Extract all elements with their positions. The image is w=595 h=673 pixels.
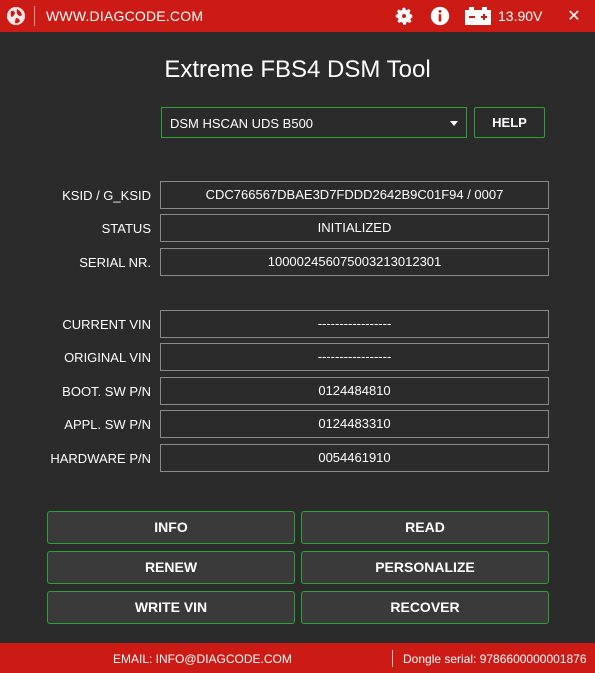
title-separator <box>34 6 35 26</box>
original-vin-label: ORIGINAL VIN <box>64 350 151 365</box>
info-button[interactable]: INFO <box>47 511 295 544</box>
website-link[interactable]: WWW.DIAGCODE.COM <box>46 8 203 24</box>
gear-icon[interactable] <box>393 5 415 27</box>
boot-sw-label: BOOT. SW P/N <box>62 384 151 399</box>
original-vin-field[interactable]: ----------------- <box>160 343 549 371</box>
serial-label: SERIAL NR. <box>79 255 151 270</box>
hardware-field[interactable]: 0054461910 <box>160 444 549 472</box>
personalize-button[interactable]: PERSONALIZE <box>301 551 549 584</box>
page-title: Extreme FBS4 DSM Tool <box>164 56 431 83</box>
info-icon[interactable] <box>429 5 451 27</box>
status-label: STATUS <box>101 221 151 236</box>
globe-icon <box>7 7 25 25</box>
appl-sw-field[interactable]: 0124483310 <box>160 410 549 438</box>
boot-sw-field[interactable]: 0124484810 <box>160 377 549 405</box>
battery-icon <box>465 7 491 25</box>
renew-button[interactable]: RENEW <box>47 551 295 584</box>
recover-button[interactable]: RECOVER <box>301 591 549 624</box>
status-field[interactable]: INITIALIZED <box>160 214 549 242</box>
adapter-select[interactable]: DSM HSCAN UDS B500 <box>161 107 467 138</box>
ksid-label: KSID / G_KSID <box>62 188 151 203</box>
dongle-serial: Dongle serial: 9786600000001876 <box>403 652 587 666</box>
footer-separator <box>392 650 393 667</box>
title-bar: WWW.DIAGCODE.COM 13.90V ✕ <box>0 0 595 32</box>
ksid-field[interactable]: CDC766567DBAE3D7FDDD2642B9C01F94 / 0007 <box>160 181 549 209</box>
read-button[interactable]: READ <box>301 511 549 544</box>
chevron-down-icon <box>450 121 458 126</box>
appl-sw-label: APPL. SW P/N <box>64 417 151 432</box>
serial-field[interactable]: 100002456075003213012301 <box>160 248 549 276</box>
email-text: EMAIL: INFO@DIAGCODE.COM <box>113 652 292 666</box>
voltage-readout: 13.90V <box>498 8 543 24</box>
hardware-label: HARDWARE P/N <box>50 451 151 466</box>
write-vin-button[interactable]: WRITE VIN <box>47 591 295 624</box>
adapter-select-value: DSM HSCAN UDS B500 <box>170 116 314 131</box>
status-bar: EMAIL: INFO@DIAGCODE.COM Dongle serial: … <box>0 643 595 673</box>
close-icon[interactable]: ✕ <box>566 6 582 26</box>
help-button[interactable]: HELP <box>474 107 545 138</box>
current-vin-label: CURRENT VIN <box>62 317 151 332</box>
current-vin-field[interactable]: ----------------- <box>160 310 549 338</box>
